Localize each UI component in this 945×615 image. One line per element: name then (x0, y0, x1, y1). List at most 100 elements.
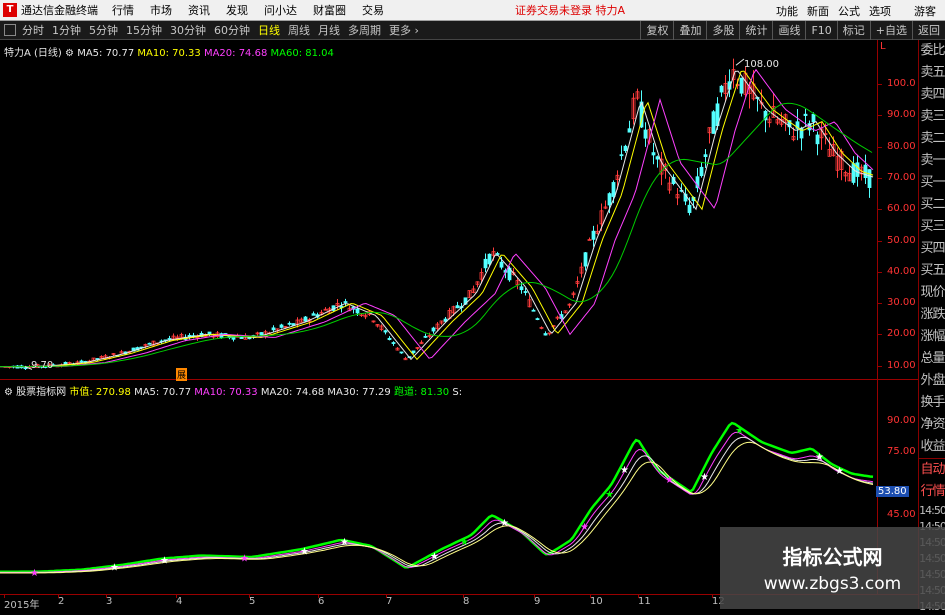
login-warning-text: 证券交易未登录 (515, 4, 592, 17)
menu-formula[interactable]: 公式 (838, 3, 860, 19)
period-weekly[interactable]: 周线 (288, 22, 310, 38)
candle-body (279, 324, 284, 328)
menu-function[interactable]: 功能 (776, 3, 798, 19)
y-tick-label: 100.0 (887, 78, 916, 89)
period-1min[interactable]: 1分钟 (52, 22, 81, 38)
candle-body (623, 145, 628, 152)
menu-discover[interactable]: 发现 (226, 2, 248, 18)
sidebar-item: 委比 (920, 43, 945, 58)
btn-adjust[interactable]: 复权 (640, 21, 673, 40)
guest-label[interactable]: 游客 (914, 3, 936, 19)
titlebar-right: 功能 新面 公式 选项 游客 (776, 0, 945, 21)
indicator-y-tick: 75.00 (887, 446, 916, 457)
menu-new-page[interactable]: 新面 (807, 3, 829, 19)
indicator-y-tick: 45.00 (887, 509, 916, 520)
y-tick-mark (877, 146, 882, 148)
signal-star-marker: ★ (430, 552, 439, 563)
candle-body (739, 77, 744, 94)
axis-unit-l: L (880, 41, 886, 52)
price-chart[interactable] (0, 58, 877, 378)
period-monthly[interactable]: 月线 (318, 22, 340, 38)
candle-body (591, 230, 596, 240)
sidebar-item: 14:50 (919, 504, 945, 517)
btn-add-watchlist[interactable]: +自选 (869, 21, 912, 40)
app-name: 通达信金融终端 (21, 4, 98, 17)
candle-body (703, 154, 708, 158)
signal-star-marker: ★ (340, 537, 349, 548)
candle-body (423, 335, 428, 338)
sidebar-item[interactable]: 行情 (919, 481, 945, 503)
candle-body (619, 154, 624, 157)
sidebar-item: 卖一 (920, 153, 945, 168)
signal-star-marker: ★ (460, 537, 469, 548)
sidebar-item: 买一 (920, 175, 945, 190)
signal-star-marker: ★ (500, 518, 509, 529)
y-tick-label: 50.00 (887, 234, 916, 246)
candle-body (411, 350, 416, 354)
period-30min[interactable]: 30分钟 (170, 22, 206, 38)
candle-body (855, 162, 860, 177)
candle-body (643, 129, 648, 139)
menu-news[interactable]: 资讯 (188, 2, 210, 18)
candle-body (519, 286, 524, 291)
y-tick-label: 20.00 (887, 328, 916, 340)
main-panel-legend: 特力A (日线) ⚙ MA5: 70.77 MA10: 70.33 MA20: … (4, 44, 334, 59)
btn-statistics[interactable]: 统计 (739, 21, 772, 40)
candle-body (611, 182, 616, 197)
candle-body (455, 305, 460, 309)
y-tick-label: 40.00 (887, 265, 916, 277)
y-tick-label: 30.00 (887, 297, 916, 309)
period-intraday[interactable]: 分时 (22, 22, 44, 38)
y-tick-mark (877, 209, 882, 211)
menu-wealth-circle[interactable]: 财富圈 (313, 2, 346, 18)
btn-multi-stock[interactable]: 多股 (706, 21, 739, 40)
sidebar-item: 现价 (920, 285, 945, 300)
y-tick-mark (877, 334, 882, 336)
period-more[interactable]: 更多 › (389, 22, 419, 38)
candle-body (287, 322, 292, 325)
x-tick-mark (106, 594, 107, 598)
btn-f10[interactable]: F10 (805, 21, 836, 40)
app-logo-icon: T (3, 3, 17, 17)
candle-body (863, 164, 868, 179)
period-daily[interactable]: 日线 (258, 22, 280, 38)
menu-trade[interactable]: 交易 (362, 2, 384, 18)
sidebar-item: 总量 (920, 351, 945, 366)
signal-star-marker: ★ (240, 554, 249, 565)
chevron-right-icon: › (414, 24, 419, 37)
ma20-line (0, 68, 874, 368)
btn-overlay[interactable]: 叠加 (673, 21, 706, 40)
signal-star-marker: ★ (700, 472, 709, 483)
candle-body (711, 111, 716, 134)
ma5-line (0, 70, 874, 368)
period-multi[interactable]: 多周期 (348, 22, 381, 38)
btn-mark[interactable]: 标记 (836, 21, 870, 40)
candle-body (343, 301, 348, 303)
candle-body (531, 309, 536, 312)
menu-quotes[interactable]: 行情 (112, 2, 134, 18)
sidebar-item: 卖五 (920, 65, 945, 80)
btn-draw-line[interactable]: 画线 (772, 21, 805, 40)
menu-options[interactable]: 选项 (869, 3, 891, 19)
x-tick-mark (58, 594, 59, 598)
period-15min[interactable]: 15分钟 (126, 22, 162, 38)
candle-body (391, 342, 396, 344)
panel-toggle-icon[interactable] (4, 24, 16, 36)
candle-body (543, 333, 548, 336)
y-tick-label: 80.00 (887, 140, 916, 152)
period-5min[interactable]: 5分钟 (89, 22, 118, 38)
y-tick-mark (877, 177, 882, 179)
stock-name-title: 特力A (595, 4, 626, 17)
candle-body (167, 338, 172, 340)
sidebar-item[interactable]: 自动 (919, 458, 945, 481)
ma10-line (0, 70, 874, 368)
signal-star-marker: ★ (160, 555, 169, 566)
event-marker[interactable]: 展 (176, 368, 188, 381)
menu-market[interactable]: 市场 (150, 2, 172, 18)
y-tick-mark (877, 115, 882, 117)
period-60min[interactable]: 60分钟 (214, 22, 250, 38)
signal-star-marker: ★ (735, 426, 744, 437)
x-tick-mark (590, 594, 591, 598)
btn-back[interactable]: 返回 (912, 21, 945, 40)
menu-ask-xiaoda[interactable]: 问小达 (264, 2, 297, 18)
